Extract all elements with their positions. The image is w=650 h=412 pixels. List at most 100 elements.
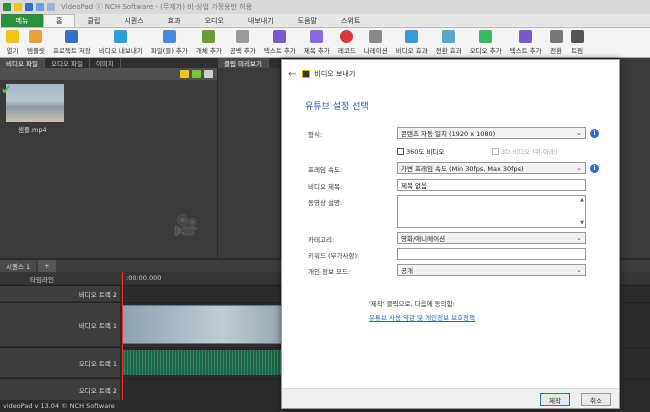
info-icon[interactable]: i: [590, 164, 599, 173]
media-tabs: 비디오 파일 오디오 파일 이미지: [0, 58, 217, 68]
quick-access-toolbar: [0, 3, 55, 11]
floppy-icon: [65, 30, 79, 43]
record-button[interactable]: 레코드: [334, 28, 360, 55]
description-textarea[interactable]: ▲ ▼: [397, 195, 586, 228]
tab-sequence-1[interactable]: 시퀀스 1: [0, 260, 37, 272]
open-folder-icon[interactable]: [14, 3, 22, 11]
description-label: 동영상 설명:: [308, 199, 343, 207]
video-title-input[interactable]: 제목 없음: [397, 179, 586, 191]
template-button[interactable]: 템플릿: [23, 28, 49, 55]
text-icon: [519, 30, 533, 43]
redo-icon[interactable]: [47, 3, 55, 11]
blank-icon: [236, 30, 250, 43]
add-text-button[interactable]: 텍스트 추가: [260, 28, 300, 55]
transition-icon: [442, 30, 456, 43]
title-bar: VideoPad ⓒ NCH Software - (무제가) 비-상업 가정용…: [0, 0, 650, 14]
checkbox-box[interactable]: [492, 147, 499, 155]
window-title: VideoPad ⓒ NCH Software - (무제가) 비-상업 가정용…: [61, 3, 253, 11]
track-header: 오디오 트랙 1: [0, 348, 120, 377]
export-icon: [114, 30, 128, 43]
ruler-time: :00:00.000: [126, 274, 162, 282]
videopad-window: VideoPad ⓒ NCH Software - (무제가) 비-상업 가정용…: [0, 0, 650, 412]
tab-audio[interactable]: 오디오: [193, 14, 236, 27]
info-icon[interactable]: i: [590, 129, 599, 138]
scroll-down-icon[interactable]: ▼: [580, 220, 584, 226]
tab-export[interactable]: 내보내기: [236, 14, 286, 27]
menu-bar: 메뉴 홈 클립 시퀀스 효과 오디오 내보내기 도움말 스위트: [0, 14, 650, 28]
video-icon: [302, 70, 311, 78]
add-title-button[interactable]: 제목 추가: [300, 28, 334, 55]
cross-icon: [549, 30, 563, 43]
tab-clip[interactable]: 클립: [75, 14, 112, 27]
trim-button[interactable]: 트림: [567, 28, 588, 55]
save-project-button[interactable]: 프로젝트 저장: [49, 28, 95, 55]
tab-suite[interactable]: 스위트: [329, 14, 372, 27]
add-files-button[interactable]: 파일(들) 추가: [147, 28, 192, 55]
terms-link[interactable]: 유튜브 사용 약관 및 개인정보 보호정책: [369, 312, 475, 322]
track-header: 오디오 트랙 2: [0, 379, 120, 400]
keywords-label: 키워드 (부가사항):: [308, 252, 360, 260]
file-name: 샘플.mp4: [18, 126, 47, 134]
agreement-note: '제작' 클릭으로, 다음에 동의함:: [369, 300, 455, 308]
tab-audio-files[interactable]: 오디오 파일: [45, 58, 90, 68]
tab-clip-preview[interactable]: 클립 미리보기: [218, 58, 269, 68]
scroll-up-icon[interactable]: ▲: [580, 197, 584, 203]
checkbox-3d-video[interactable]: 3D 비디오 (위-아래): [492, 146, 558, 156]
video-effects-button[interactable]: 비디오 효과: [392, 28, 432, 55]
chevron-down-icon: ⌄: [576, 266, 582, 274]
video-title-label: 비디오 제목:: [308, 183, 343, 191]
folder-icon[interactable]: [180, 70, 189, 78]
cancel-button[interactable]: 취소: [581, 393, 611, 406]
open-button[interactable]: 열기: [2, 28, 23, 55]
save-icon[interactable]: [25, 3, 33, 11]
track-header: 비디오 트랙 1: [0, 303, 120, 346]
tab-help[interactable]: 도움말: [286, 14, 329, 27]
tab-sequence[interactable]: 시퀀스: [112, 14, 155, 27]
add-text-2-button[interactable]: 텍스트 추가: [506, 28, 546, 55]
dialog-header: ← 비디오 보내기: [282, 60, 619, 88]
export-video-button[interactable]: 비디오 내보내기: [95, 28, 147, 55]
export-video-dialog: ← 비디오 보내기 유튜브 설정 선택 형식: 콘텐츠 자동 일치 (1920 …: [281, 59, 620, 409]
checkbox-360-video[interactable]: 360도 비디오: [397, 146, 444, 156]
media-bin-panel: 비디오 파일 오디오 파일 이미지 ✔ 샘플.mp4 🎥: [0, 58, 217, 258]
format-label: 형식:: [308, 131, 323, 139]
make-button[interactable]: 제작: [540, 393, 570, 406]
tab-home[interactable]: 홈: [43, 14, 76, 27]
tab-video-files[interactable]: 비디오 파일: [0, 58, 45, 68]
privacy-label: 개인 정보 모드:: [308, 268, 351, 276]
checkbox-box[interactable]: [397, 147, 404, 155]
video-thumbnail[interactable]: [6, 84, 64, 122]
add-blank-button[interactable]: 공백 추가: [226, 28, 260, 55]
keywords-input[interactable]: [397, 248, 586, 260]
category-select[interactable]: 영화/애니메이션 ⌄: [397, 232, 586, 244]
framerate-select[interactable]: 가변 프레임 속도 (Min 30fps, Max 30fps) ⌄: [397, 162, 586, 174]
grid-view-icon[interactable]: [204, 70, 213, 78]
dialog-title: 비디오 보내기: [314, 70, 356, 78]
ribbon-toolbar: 열기 템플릿 프로젝트 저장 비디오 내보내기 파일(들) 추가 개체 추가 공…: [0, 28, 650, 58]
app-icon: [3, 3, 11, 11]
chevron-down-icon: ⌄: [576, 234, 582, 242]
playhead[interactable]: [122, 272, 123, 400]
main-menu-button[interactable]: 메뉴: [1, 14, 43, 27]
tab-effects[interactable]: 효과: [156, 14, 193, 27]
add-object-button[interactable]: 개체 추가: [192, 28, 226, 55]
add-sequence-button[interactable]: +: [38, 260, 56, 272]
format-select[interactable]: 콘텐츠 자동 일치 (1920 x 1080) ⌄: [397, 127, 586, 139]
privacy-select[interactable]: 공개 ⌄: [397, 264, 586, 276]
back-arrow-icon[interactable]: ←: [288, 69, 296, 80]
add-audio-button[interactable]: 오디오 추가: [466, 28, 506, 55]
sequence-preview-panel: [620, 58, 650, 258]
audio-icon: [479, 30, 493, 43]
track-header: 비디오 트랙 2: [0, 286, 120, 301]
folder-icon: [6, 30, 19, 43]
dialog-footer: 제작 취소: [282, 388, 619, 408]
camera-icon: 🎥: [173, 213, 198, 237]
transition-button[interactable]: 전환: [546, 28, 567, 55]
tab-images[interactable]: 이미지: [90, 58, 121, 68]
narration-button[interactable]: 나레이션: [360, 28, 392, 55]
chevron-down-icon: ⌄: [576, 129, 582, 137]
add-folder-icon[interactable]: [192, 70, 201, 78]
undo-icon[interactable]: [36, 3, 44, 11]
transition-effects-button[interactable]: 전환 효과: [432, 28, 466, 55]
microphone-icon: [369, 30, 383, 43]
